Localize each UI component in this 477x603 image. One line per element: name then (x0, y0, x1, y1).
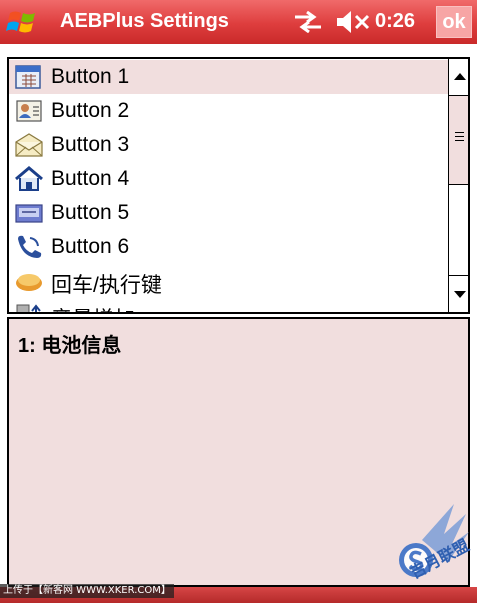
scroll-thumb[interactable] (449, 96, 468, 185)
scroll-down-button[interactable] (449, 275, 468, 312)
list-items: Button 1 Button 2 Button 3 Button 4 Butt… (9, 59, 448, 312)
scroll-up-button[interactable] (449, 59, 468, 96)
list-item-enter-key[interactable]: 回车/执行键 (9, 264, 448, 298)
list-item-label: Button 2 (51, 99, 130, 122)
list-item-label: Button 4 (51, 167, 130, 190)
contacts-icon (14, 97, 44, 125)
list-item-label: Button 1 (51, 65, 130, 88)
list-item-button-4[interactable]: Button 4 (9, 162, 448, 196)
list-item-button-1[interactable]: Button 1 (9, 60, 448, 94)
volume-up-icon (14, 301, 44, 312)
arrow-up-icon (454, 73, 466, 80)
list-item-button-5[interactable]: Button 5 (9, 196, 448, 230)
connectivity-icon[interactable] (293, 10, 323, 34)
envelope-icon (14, 131, 44, 159)
list-item-label: Button 5 (51, 201, 130, 224)
volume-muted-icon[interactable] (335, 10, 371, 34)
app-title: AEBPlus Settings (60, 10, 229, 32)
calendar-icon (14, 63, 44, 91)
keyboard-icon (14, 199, 44, 227)
grip-icon (455, 132, 464, 144)
clock[interactable]: 0:26 (375, 10, 415, 33)
list-item-label: Button 6 (51, 235, 130, 258)
title-bar: AEBPlus Settings 0:26 ok (0, 0, 477, 44)
list-scrollbar[interactable] (448, 59, 468, 312)
upload-caption: 上传于【新客网 WWW.XKER.COM】 (0, 584, 174, 598)
description-text: 1: 电池信息 (18, 335, 122, 357)
list-item-label: Button 3 (51, 133, 130, 156)
list-item-button-3[interactable]: Button 3 (9, 128, 448, 162)
arrow-down-icon (454, 291, 466, 298)
list-item-label: 回车/执行键 (51, 274, 162, 297)
list-item-button-2[interactable]: Button 2 (9, 94, 448, 128)
ok-button[interactable]: ok (436, 6, 472, 38)
list-item-volume-up[interactable]: 音量增加 (9, 298, 448, 312)
enter-key-icon (14, 267, 44, 295)
button-list[interactable]: Button 1 Button 2 Button 3 Button 4 Butt… (7, 57, 470, 314)
windows-start-icon[interactable] (4, 5, 42, 39)
home-icon (14, 165, 44, 193)
list-item-button-6[interactable]: Button 6 (9, 230, 448, 264)
phone-icon (14, 233, 44, 261)
list-item-label: 音量增加 (51, 303, 135, 312)
